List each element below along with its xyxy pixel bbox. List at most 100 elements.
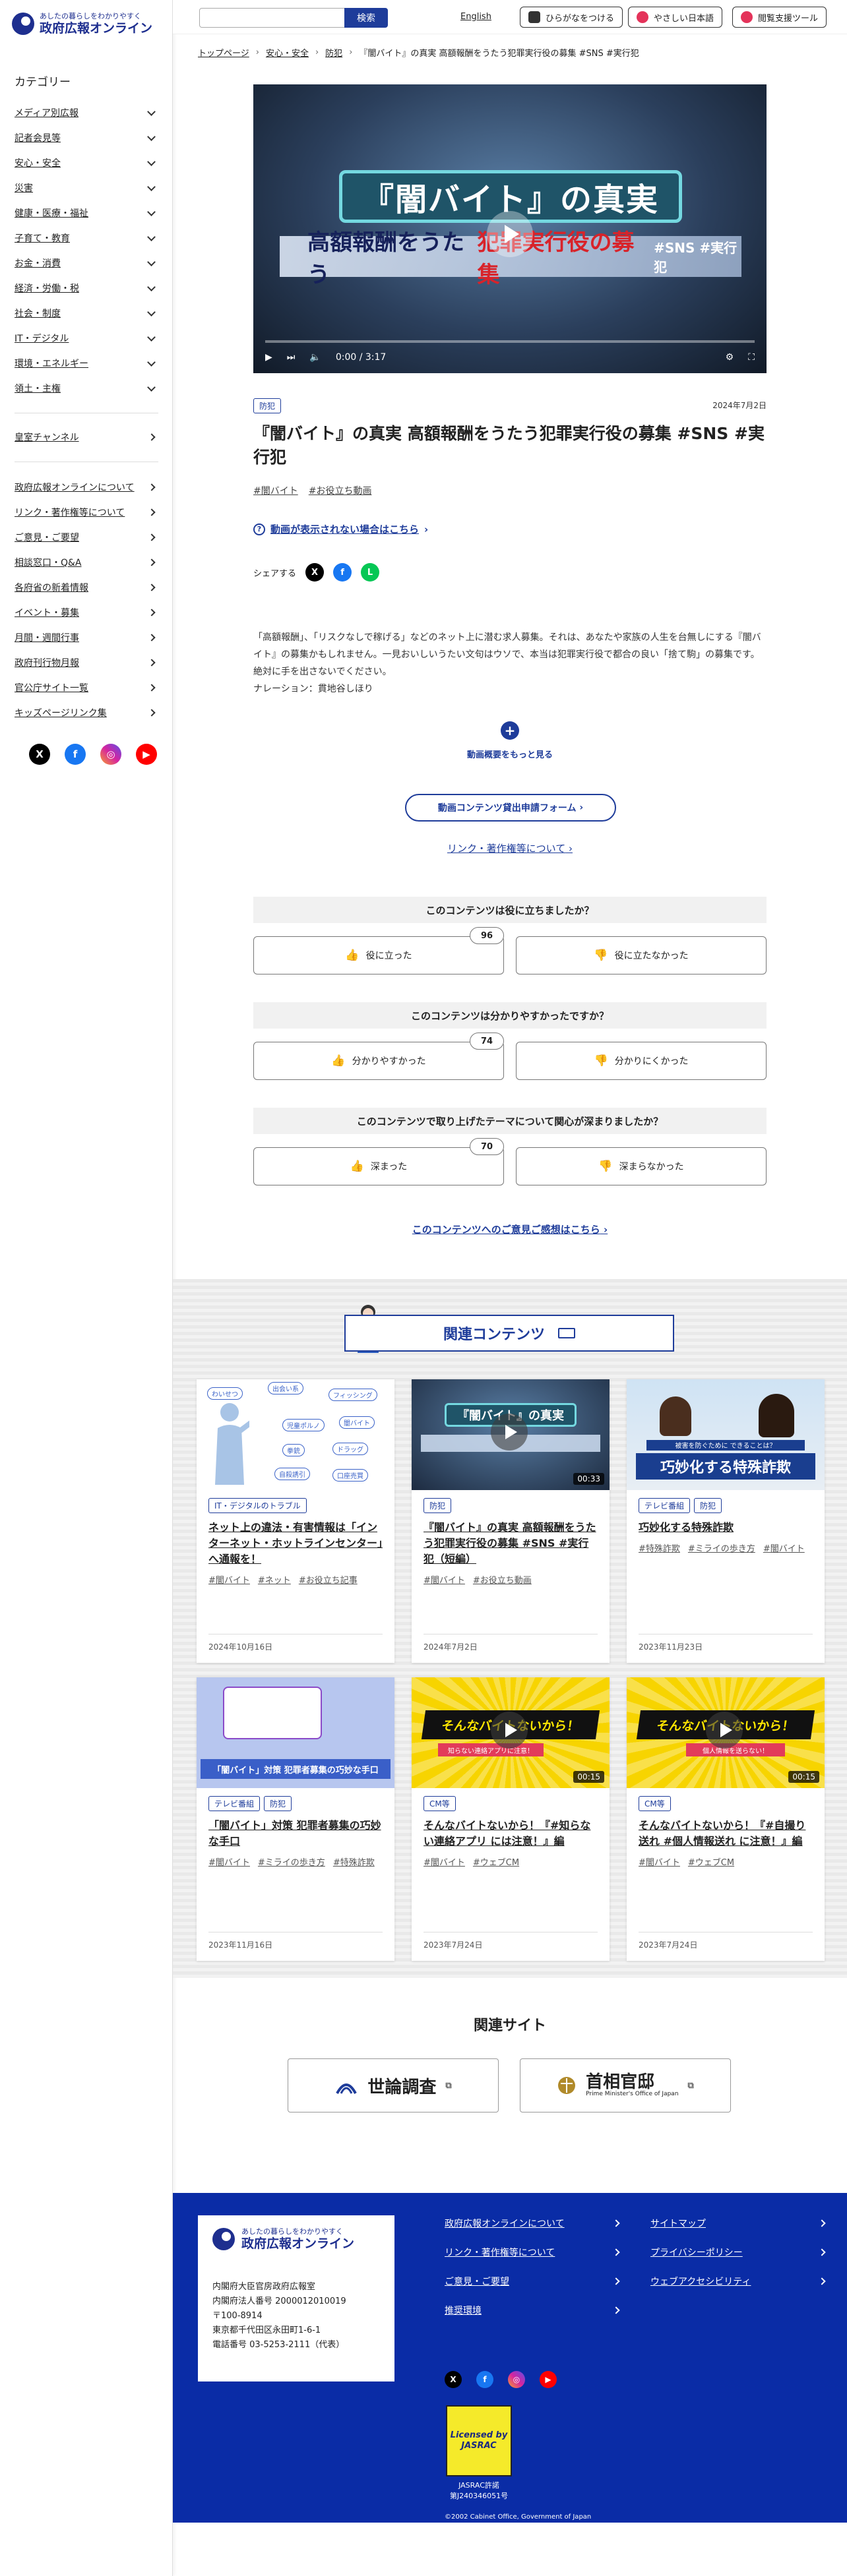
search-button[interactable]: 検索 <box>344 8 388 28</box>
card-keyword[interactable]: #ミライの歩き方 <box>258 1858 325 1868</box>
related-card[interactable]: そんなバイトないから！ 知らない連絡アプリに注意！ 00:15 CM等 そんなバ… <box>412 1677 610 1961</box>
easy-japanese-button[interactable]: やさしい日本語 <box>628 7 723 28</box>
share-x-icon[interactable]: X <box>305 563 325 582</box>
sidebar-category-item[interactable]: 社会・制度 <box>15 301 158 326</box>
volume-icon[interactable]: 🔈 <box>309 352 321 363</box>
card-tag[interactable]: IT・デジタルのトラブル <box>208 1498 307 1513</box>
sidebar-link-item[interactable]: ご意見・ご要望 <box>15 525 158 550</box>
card-keyword[interactable]: #お役立ち記事 <box>299 1576 358 1586</box>
sidebar-category-item[interactable]: 経済・労働・税 <box>15 276 158 301</box>
card-thumbnail[interactable]: 被害を防ぐために できることは？ 巧妙化する特殊詐欺 <box>627 1379 825 1490</box>
footer-link[interactable]: 政府広報オンラインについて <box>445 2217 620 2230</box>
card-keyword[interactable]: #闇バイト <box>639 1858 680 1868</box>
footer-link[interactable]: サイトマップ <box>650 2217 826 2230</box>
fullscreen-icon[interactable]: ⛶ <box>748 352 755 363</box>
settings-icon[interactable]: ⚙ <box>726 352 734 363</box>
sidebar-category-item[interactable]: IT・デジタル <box>15 326 158 351</box>
card-tag[interactable]: 防犯 <box>694 1498 722 1513</box>
play-icon[interactable] <box>706 1712 743 1749</box>
kantei-link[interactable]: 首相官邸 Prime Minister's Office of Japan ⧉ <box>520 2058 731 2112</box>
related-card[interactable]: わいせつ 出会い系 フィッシング 児童ポルノ 闇バイト 拳銃 ドラッグ 自殺誘引 口座売買 IT… <box>197 1379 394 1663</box>
x-icon[interactable]: X <box>29 744 50 765</box>
related-card[interactable]: そんなバイトないから！ 個人情報を送らない！ 00:15 CM等 そんなバイトな… <box>627 1677 825 1961</box>
youtube-icon[interactable]: ▶ <box>136 744 157 765</box>
play-icon[interactable] <box>491 1414 528 1451</box>
public-opinion-survey-link[interactable]: 世論調査 ⧉ <box>288 2058 499 2112</box>
instagram-icon[interactable]: ◎ <box>100 744 121 765</box>
hiragana-button[interactable]: ひらがなをつける <box>520 7 623 28</box>
opinion-link[interactable]: このコンテンツへのご意見ご感想はこちら › <box>369 1222 650 1236</box>
card-keyword[interactable]: #ネット <box>258 1576 291 1586</box>
share-facebook-icon[interactable]: f <box>333 563 352 582</box>
card-tag[interactable]: 防犯 <box>264 1796 292 1811</box>
card-keyword[interactable]: #闇バイト <box>208 1858 250 1868</box>
card-title[interactable]: そんなバイトないから！『#知らない連絡アプリ には注意！』編 <box>424 1818 598 1849</box>
sidebar-link-item[interactable]: リンク・著作権等について <box>15 500 158 525</box>
card-keyword[interactable]: #お役立ち動画 <box>473 1576 532 1586</box>
sidebar-category-item[interactable]: 子育て・教育 <box>15 225 158 251</box>
loan-request-form-button[interactable]: 動画コンテンツ貸出申請フォーム › <box>405 794 616 822</box>
instagram-icon[interactable]: ◎ <box>508 2371 525 2388</box>
sidebar-category-item[interactable]: 災害 <box>15 175 158 200</box>
card-keyword[interactable]: #闇バイト <box>763 1544 805 1554</box>
card-title[interactable]: 巧妙化する特殊詐欺 <box>639 1520 813 1536</box>
breadcrumb-item[interactable]: トップページ <box>198 46 249 59</box>
english-link[interactable]: English <box>460 12 491 22</box>
play-icon[interactable] <box>491 1712 528 1749</box>
card-tag[interactable]: 防犯 <box>424 1498 452 1513</box>
card-tag[interactable]: CM等 <box>424 1796 456 1811</box>
rights-link[interactable]: リンク・著作権等について › <box>369 841 650 855</box>
card-tag[interactable]: CM等 <box>639 1796 671 1811</box>
card-keyword[interactable]: #ウェブCM <box>688 1858 734 1868</box>
sidebar-category-item[interactable]: 領土・主権 <box>15 376 158 401</box>
facebook-icon[interactable]: f <box>476 2371 493 2388</box>
footer-link[interactable]: ご意見・ご要望 <box>445 2275 620 2288</box>
share-line-icon[interactable]: L <box>361 563 380 582</box>
card-title[interactable]: 「闇バイト」対策 犯罪者募集の巧妙な手口 <box>208 1818 383 1849</box>
sidebar-link-item[interactable]: 月間・週間行事 <box>15 625 158 650</box>
play-button-icon[interactable]: ▶ <box>265 352 272 363</box>
sidebar-link-item[interactable]: 相談窓口・Q&A <box>15 550 158 575</box>
sidebar-link-item[interactable]: 政府広報オンラインについて <box>15 475 158 500</box>
breadcrumb-item[interactable]: 防犯 <box>325 46 342 59</box>
sidebar-category-item[interactable]: 記者会見等 <box>15 125 158 150</box>
card-keyword[interactable]: #ウェブCM <box>473 1858 519 1868</box>
youtube-icon[interactable]: ▶ <box>540 2371 557 2388</box>
card-thumbnail[interactable]: そんなバイトないから！ 知らない連絡アプリに注意！ 00:15 <box>412 1677 610 1788</box>
survey-yes-button[interactable]: 👍 役に立った <box>253 936 504 974</box>
card-keyword[interactable]: #特殊詐欺 <box>333 1858 375 1868</box>
sidebar-category-item[interactable]: 健康・医療・福祉 <box>15 200 158 225</box>
related-card[interactable]: 『闇バイト』の真実 00:33 防犯 『闇バイト』の真実 高額報酬をうたう犯罪実… <box>412 1379 610 1663</box>
hashtag-link[interactable]: #お役立ち動画 <box>309 484 372 497</box>
support-tool-button[interactable]: 閲覧支援ツール <box>732 7 827 28</box>
video-not-displayed-link[interactable]: ? 動画が表示されない場合はこちら › <box>253 522 428 536</box>
related-card[interactable]: 被害を防ぐために できることは？ 巧妙化する特殊詐欺 テレビ番組 防犯 巧妙化する… <box>627 1379 825 1663</box>
site-logo[interactable]: あしたの暮らしをわかりやすく 政府広報オンライン <box>12 12 152 36</box>
survey-no-button[interactable]: 👎 役に立たなかった <box>516 936 767 974</box>
search-input[interactable] <box>199 8 346 28</box>
card-thumbnail[interactable]: 『闇バイト』の真実 00:33 <box>412 1379 610 1490</box>
survey-no-button[interactable]: 👎 深まらなかった <box>516 1147 767 1185</box>
x-icon[interactable]: X <box>445 2371 462 2388</box>
footer-link[interactable]: ウェブアクセシビリティ <box>650 2275 826 2288</box>
card-title[interactable]: そんなバイトないから！『#自撮り送れ #個人情報送れ に注意！』編 <box>639 1818 813 1849</box>
footer-link[interactable]: リンク・著作権等について <box>445 2246 620 2259</box>
breadcrumb-item[interactable]: 安心・安全 <box>266 46 309 59</box>
card-thumbnail[interactable]: わいせつ 出会い系 フィッシング 児童ポルノ 闇バイト 拳銃 ドラッグ 自殺誘引 口座売買 <box>197 1379 394 1490</box>
sidebar-link-item[interactable]: キッズページリンク集 <box>15 700 158 725</box>
card-keyword[interactable]: #特殊詐欺 <box>639 1544 680 1554</box>
show-more-button[interactable]: + 動画概要をもっと見る <box>396 721 624 760</box>
article-category-tag[interactable]: 防犯 <box>253 398 282 413</box>
sidebar-link-item[interactable]: 政府刊行物月報 <box>15 650 158 675</box>
sidebar-link-item[interactable]: イベント・募集 <box>15 600 158 625</box>
footer-logo[interactable]: あしたの暮らしをわかりやすく 政府広報オンライン <box>212 2227 380 2261</box>
footer-link[interactable]: 推奨環境 <box>445 2304 620 2317</box>
skip-icon[interactable]: ⏭ <box>287 352 296 363</box>
survey-no-button[interactable]: 👎 分かりにくかった <box>516 1042 767 1080</box>
footer-link[interactable]: プライバシーポリシー <box>650 2246 826 2259</box>
video-progress-bar[interactable] <box>265 340 755 343</box>
card-title[interactable]: ネット上の違法・有害情報は「インターネット・ホットラインセンター」へ通報を！ <box>208 1520 383 1567</box>
card-tag[interactable]: テレビ番組 <box>208 1796 261 1811</box>
card-keyword[interactable]: #闇バイト <box>208 1576 250 1586</box>
sidebar-category-item[interactable]: メディア別広報 <box>15 100 158 125</box>
